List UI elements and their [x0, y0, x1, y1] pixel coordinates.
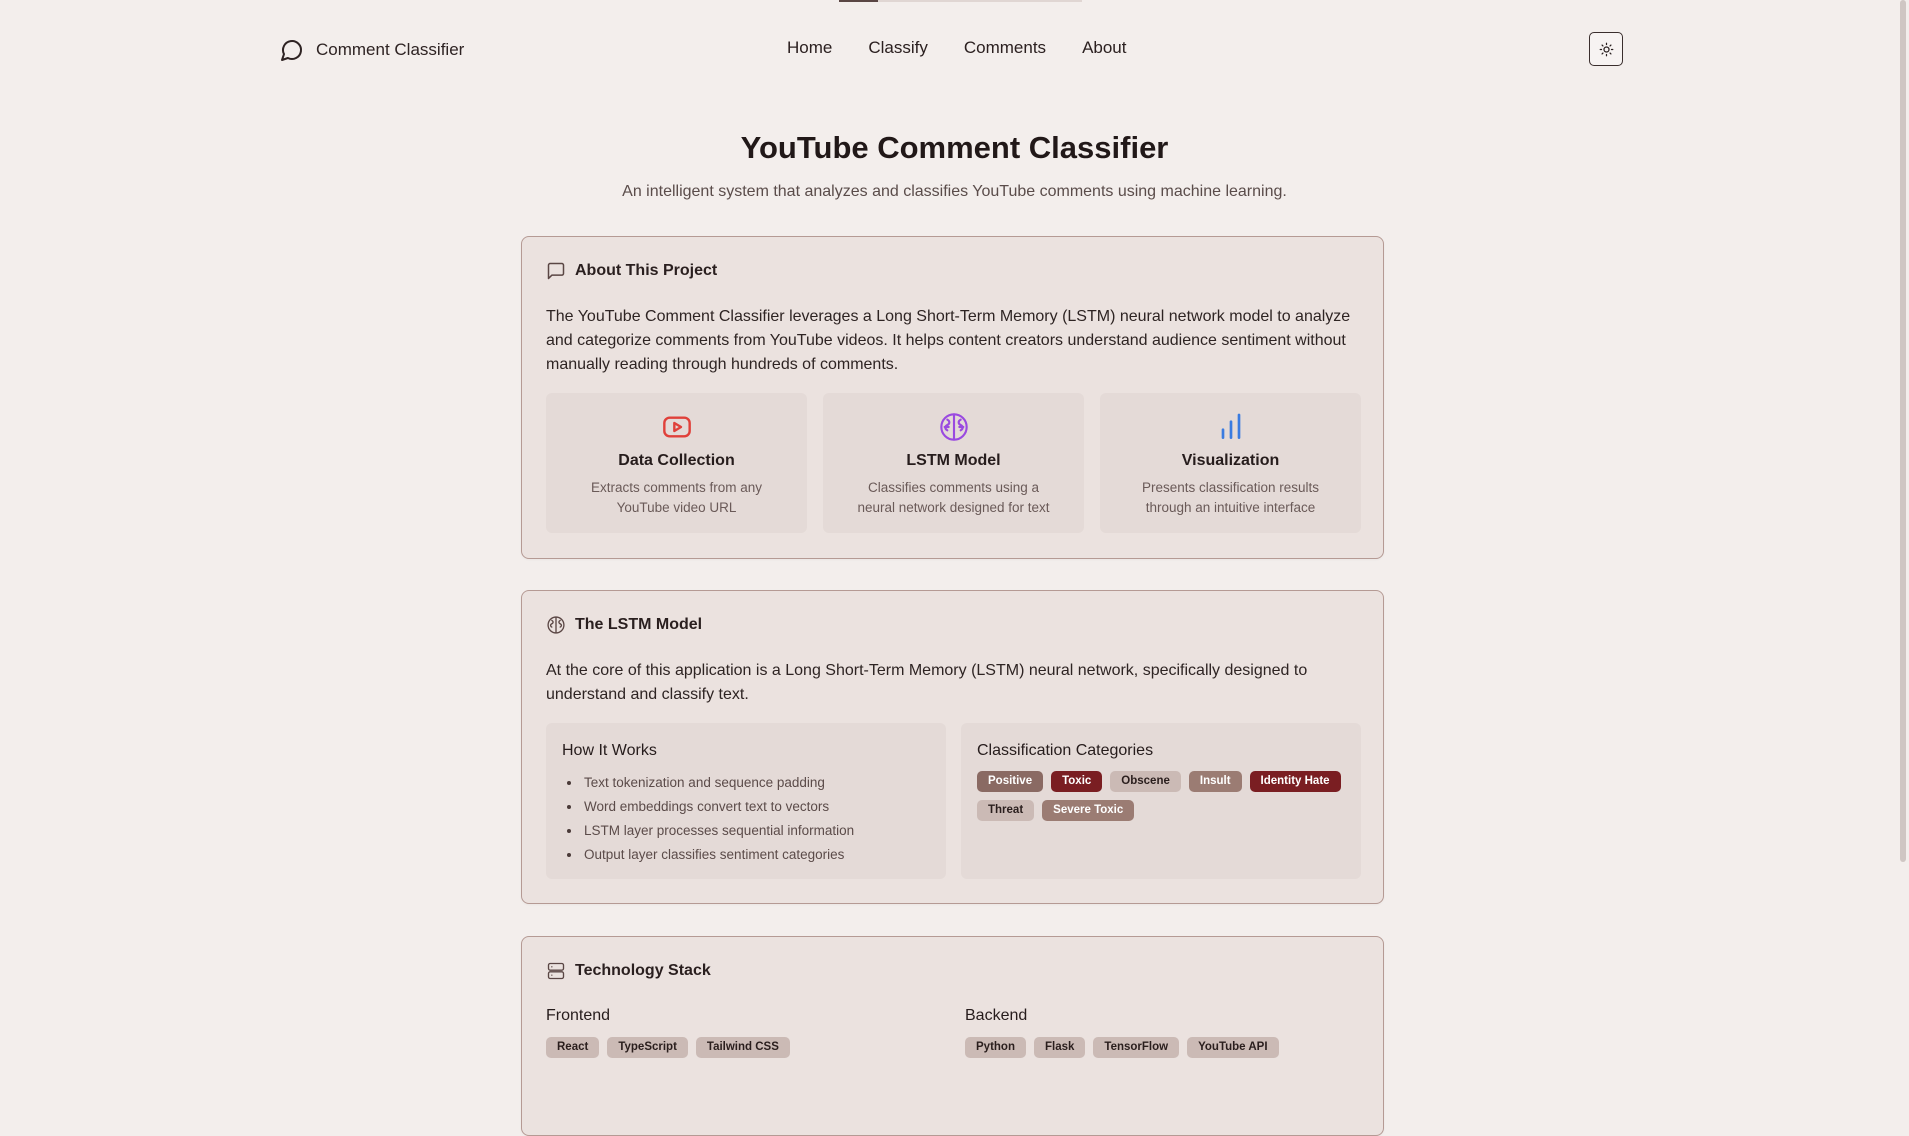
tech-badge-react: React — [546, 1037, 600, 1058]
tech-card-title: Technology Stack — [575, 962, 711, 979]
nav-home[interactable]: Home — [787, 38, 832, 58]
category-badge-obscene: Obscene — [1110, 771, 1181, 792]
feature-title: Data Collection — [618, 452, 735, 469]
nav-comments[interactable]: Comments — [964, 38, 1046, 58]
backend-heading: Backend — [965, 1007, 1028, 1024]
page-subtitle: An intelligent system that analyzes and … — [622, 183, 1287, 200]
feature-title: LSTM Model — [906, 452, 1001, 469]
lstm-card-heading: The LSTM Model — [546, 615, 702, 635]
list-item: LSTM layer processes sequential informat… — [582, 819, 854, 843]
category-badge-identity-hate: Identity Hate — [1249, 771, 1341, 792]
about-card-heading: About This Project — [546, 261, 717, 281]
backend-badges: Python Flask TensorFlow YouTube API — [965, 1037, 1279, 1058]
categories-badges: Positive Toxic Obscene Insult Identity H… — [977, 771, 1347, 821]
message-circle-icon — [281, 40, 302, 61]
page-scrollbar[interactable] — [1896, 0, 1909, 1080]
tech-badge-tailwind-css: Tailwind CSS — [695, 1037, 790, 1058]
feature-desc: Classifies comments using a neural netwo… — [857, 480, 1050, 515]
brain-icon — [547, 616, 565, 634]
brain-icon — [939, 413, 968, 441]
classification-categories-panel: Classification Categories Positive Toxic… — [961, 723, 1361, 879]
frontend-badges: React TypeScript Tailwind CSS — [546, 1037, 790, 1058]
tech-card-heading: Technology Stack — [546, 961, 711, 981]
sun-icon — [1599, 42, 1613, 56]
feature-data-collection: Data Collection Extracts comments from a… — [546, 393, 807, 533]
nav-about[interactable]: About — [1082, 38, 1126, 58]
feature-desc: Presents classification results through … — [1141, 480, 1320, 515]
backend-stack: Backend Python Flask TensorFlow YouTube … — [965, 1007, 1279, 1058]
message-square-icon — [547, 262, 565, 280]
nav-classify[interactable]: Classify — [868, 38, 928, 58]
tech-badge-python: Python — [965, 1037, 1026, 1058]
brand-link[interactable]: Comment Classifier — [280, 38, 464, 62]
about-card-title: About This Project — [575, 262, 718, 279]
lstm-card-title: The LSTM Model — [575, 616, 703, 633]
list-item: Text tokenization and sequence padding — [582, 771, 854, 795]
tech-badge-typescript: TypeScript — [607, 1037, 688, 1058]
about-project-card: About This Project The YouTube Comment C… — [521, 236, 1384, 559]
category-badge-threat: Threat — [977, 800, 1035, 821]
brand-name: Comment Classifier — [316, 40, 465, 59]
server-icon — [547, 962, 565, 980]
feature-desc: Extracts comments from any YouTube video… — [590, 480, 763, 515]
list-item: Word embeddings convert text to vectors — [582, 795, 854, 819]
scrollbar-thumb[interactable] — [1900, 0, 1906, 862]
how-it-works-heading: How It Works — [562, 742, 657, 759]
categories-heading: Classification Categories — [977, 742, 1154, 759]
category-badge-positive: Positive — [977, 771, 1044, 792]
top-header: Comment Classifier Home Classify Comment… — [0, 0, 1909, 100]
list-item: Output layer classifies sentiment catego… — [582, 843, 854, 867]
youtube-icon — [662, 416, 691, 438]
frontend-heading: Frontend — [546, 1007, 611, 1024]
category-badge-toxic: Toxic — [1051, 771, 1103, 792]
theme-toggle-button[interactable] — [1589, 32, 1623, 66]
about-card-body: The YouTube Comment Classifier leverages… — [546, 308, 1351, 373]
main-nav: Home Classify Comments About — [787, 38, 1127, 58]
bar-chart-icon — [1221, 413, 1240, 439]
lstm-model-card: The LSTM Model At the core of this appli… — [521, 590, 1384, 904]
category-badge-severe-toxic: Severe Toxic — [1042, 800, 1135, 821]
feature-visualization: Visualization Presents classification re… — [1100, 393, 1361, 533]
lstm-card-body: At the core of this application is a Lon… — [546, 662, 1308, 703]
category-badge-insult: Insult — [1188, 771, 1242, 792]
tech-badge-youtube-api: YouTube API — [1187, 1037, 1279, 1058]
feature-lstm-model: LSTM Model Classifies comments using a n… — [823, 393, 1084, 533]
how-it-works-list: Text tokenization and sequence padding W… — [582, 771, 854, 867]
feature-title: Visualization — [1181, 452, 1280, 469]
technology-stack-card: Technology Stack Frontend React TypeScri… — [521, 936, 1384, 1136]
page-title: YouTube Comment Classifier — [740, 130, 1169, 165]
tech-badge-flask: Flask — [1033, 1037, 1086, 1058]
tech-badge-tensorflow: TensorFlow — [1093, 1037, 1180, 1058]
frontend-stack: Frontend React TypeScript Tailwind CSS — [546, 1007, 790, 1058]
how-it-works-panel: How It Works Text tokenization and seque… — [546, 723, 946, 879]
